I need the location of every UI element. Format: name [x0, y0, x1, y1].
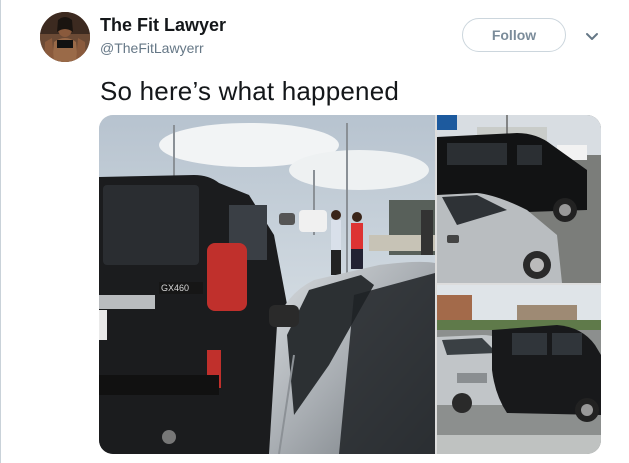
media-grid: GX460 — [99, 115, 601, 454]
tweet-text: So here’s what happened — [100, 76, 400, 106]
author-handle[interactable]: @TheFitLawyerr — [100, 40, 204, 56]
photo-main[interactable]: GX460 — [99, 115, 435, 454]
timeline-divider — [0, 0, 1, 463]
author-name[interactable]: The Fit Lawyer — [100, 15, 226, 36]
vehicle-model-badge: GX460 — [161, 283, 189, 293]
avatar[interactable] — [40, 12, 90, 62]
follow-button[interactable]: Follow — [462, 18, 566, 52]
photo-bottom-right[interactable] — [437, 285, 601, 454]
photo-top-right[interactable] — [437, 115, 601, 283]
chevron-down-icon[interactable] — [584, 28, 600, 44]
